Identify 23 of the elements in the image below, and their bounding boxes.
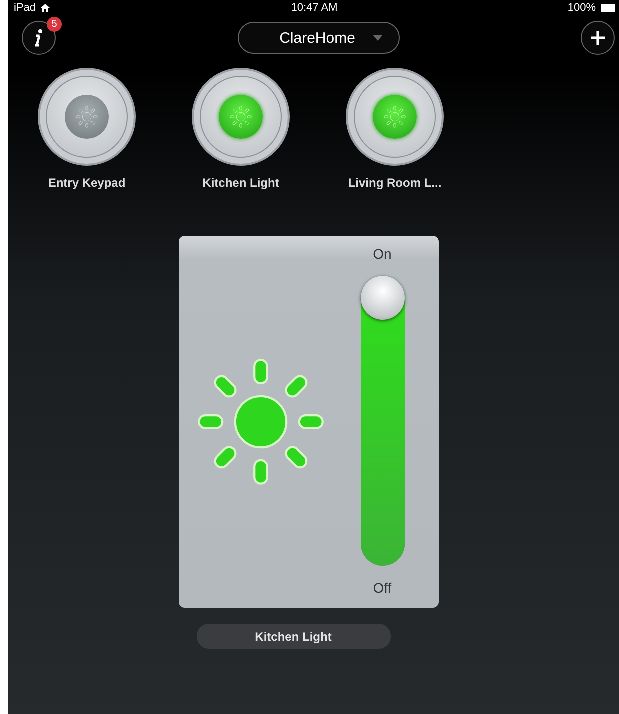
device-name: iPad (14, 2, 36, 14)
caret-icon (373, 35, 384, 41)
device-name-label: Kitchen Light (196, 624, 390, 649)
slider-thumb[interactable] (360, 276, 404, 320)
device-label: Living Room L... (348, 176, 442, 190)
sun-icon (384, 106, 406, 128)
on-label: On (373, 246, 392, 262)
home-icon (41, 4, 50, 12)
battery-icon (600, 4, 615, 12)
sun-icon (76, 106, 98, 128)
plus-icon (590, 30, 606, 46)
info-button[interactable] (22, 21, 56, 55)
brightness-slider[interactable] (360, 276, 404, 566)
clock: 10:47 AM (291, 2, 338, 14)
home-selector[interactable]: ClareHome (238, 22, 400, 54)
device-label: Entry Keypad (48, 176, 126, 190)
add-button[interactable] (581, 21, 615, 55)
device-label: Kitchen Light (202, 176, 280, 190)
battery-percent: 100% (568, 2, 596, 14)
sun-icon (230, 106, 252, 128)
off-label: Off (373, 580, 392, 596)
notification-badge: 5 (47, 17, 62, 32)
info-icon (34, 29, 44, 47)
